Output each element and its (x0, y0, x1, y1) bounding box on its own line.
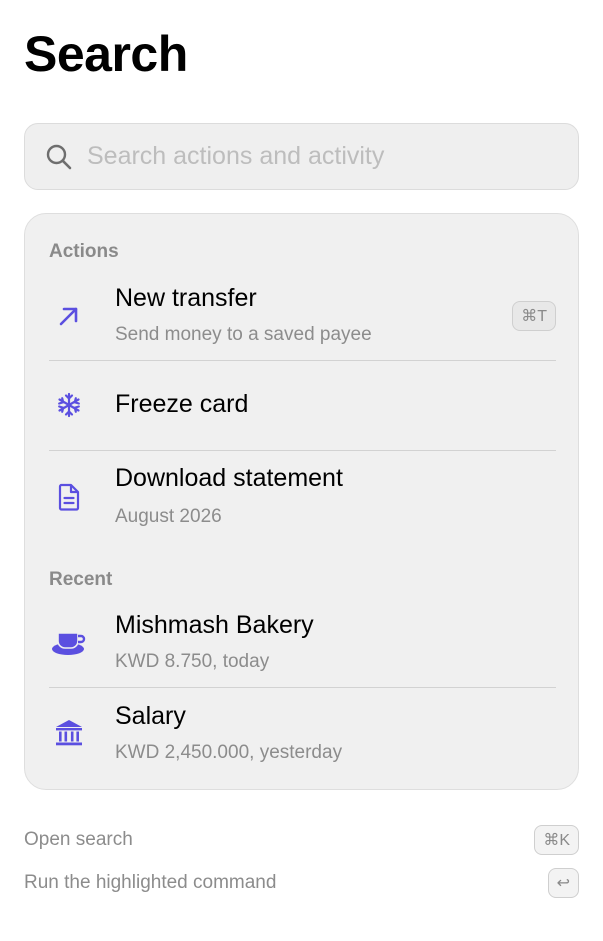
item-subtitle: KWD 8.750, today (115, 651, 270, 672)
section-header-recent: Recent (49, 569, 113, 590)
search-icon (45, 143, 73, 171)
search-box[interactable] (24, 123, 579, 190)
coffee-cup-icon (49, 622, 89, 662)
action-download-statement[interactable]: Download statement August 2026 (49, 451, 556, 541)
document-icon (49, 477, 89, 517)
shortcut-badge: ⌘T (512, 301, 556, 331)
recent-salary[interactable]: Salary KWD 2,450.000, yesterday (49, 688, 556, 778)
snowflake-icon (49, 385, 89, 425)
page-title: Search (24, 26, 188, 82)
recent-mishmash-bakery[interactable]: Mishmash Bakery KWD 8.750, today (49, 608, 556, 687)
arrow-up-right-icon (49, 296, 89, 336)
item-title: Mishmash Bakery (115, 611, 314, 639)
footer-hint-open-search: Open search ⌘K (24, 825, 579, 857)
hint-label: Run the highlighted command (24, 872, 277, 893)
section-header-actions: Actions (49, 241, 119, 262)
search-page: Search Actions New transfer Send money t… (0, 0, 603, 941)
hint-label: Open search (24, 829, 133, 850)
item-subtitle: August 2026 (115, 506, 222, 527)
bank-icon (49, 713, 89, 753)
item-title: Download statement (115, 464, 343, 492)
action-freeze-card[interactable]: Freeze card (49, 361, 556, 450)
footer-hint-run-command: Run the highlighted command ↩ (24, 868, 579, 900)
item-title: Salary (115, 702, 186, 730)
action-new-transfer[interactable]: New transfer Send money to a saved payee… (49, 280, 556, 360)
item-title: New transfer (115, 284, 257, 312)
results-panel: Actions New transfer Send money to a sav… (24, 213, 579, 790)
item-title: Freeze card (115, 390, 249, 418)
item-subtitle: Send money to a saved payee (115, 324, 372, 345)
shortcut-badge: ⌘K (534, 825, 579, 855)
shortcut-badge: ↩ (547, 868, 579, 898)
search-input[interactable] (87, 142, 557, 171)
item-subtitle: KWD 2,450.000, yesterday (115, 742, 343, 763)
